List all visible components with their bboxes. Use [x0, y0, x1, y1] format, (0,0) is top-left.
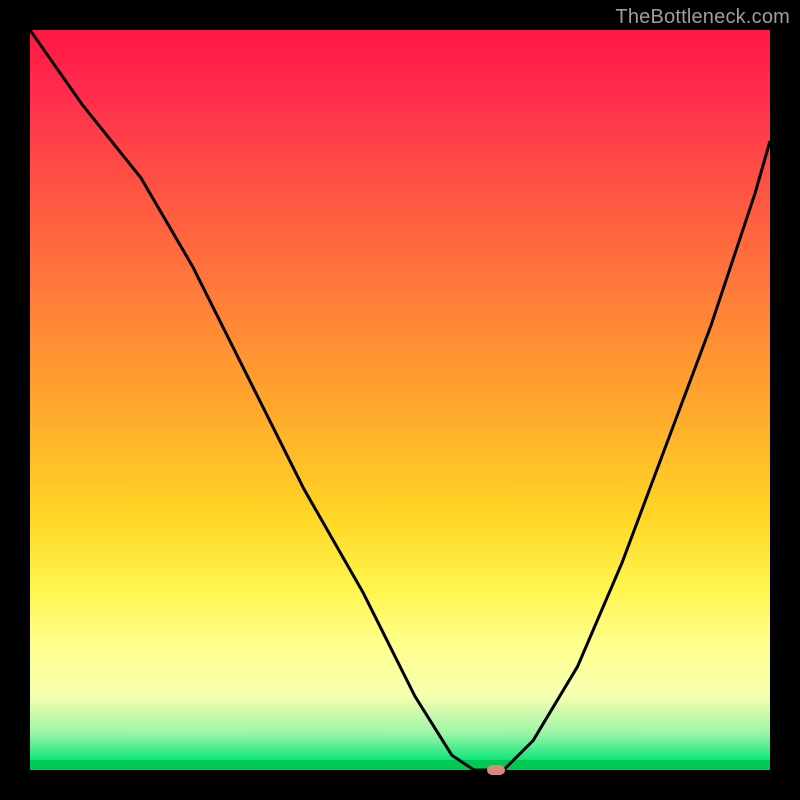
plot-gradient-background: [30, 30, 770, 770]
watermark-label: TheBottleneck.com: [615, 6, 790, 29]
optimal-zone-strip: [30, 760, 770, 770]
chart-frame: TheBottleneck.com: [0, 0, 800, 800]
optimal-point-marker: [487, 765, 505, 775]
